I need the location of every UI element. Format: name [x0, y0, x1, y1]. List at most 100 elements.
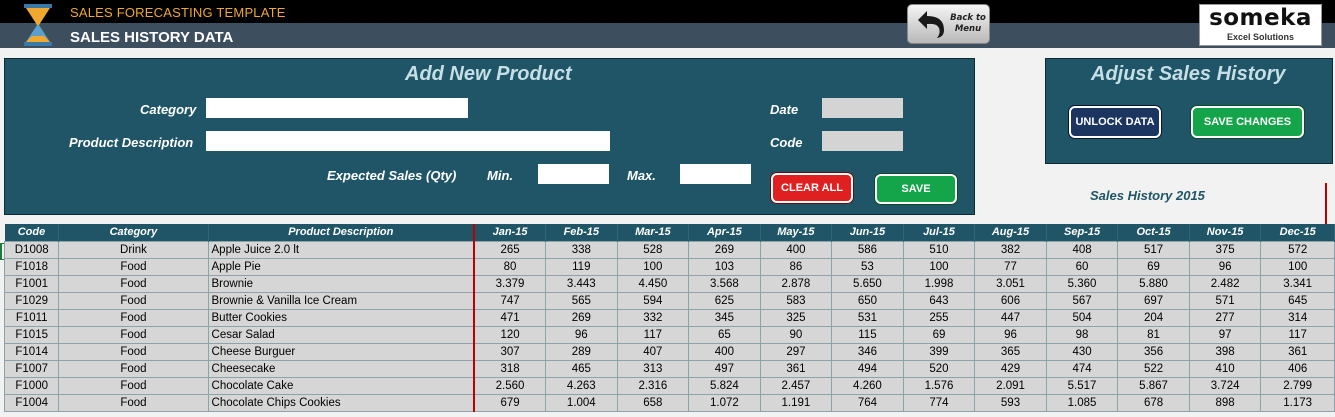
clear-all-button[interactable]: CLEAR ALL: [771, 173, 853, 203]
table-cell[interactable]: Drink: [58, 240, 209, 259]
table-cell[interactable]: Apple Juice 2.0 lt: [207, 240, 476, 259]
table-cell[interactable]: 2.482: [1188, 274, 1262, 293]
table-cell[interactable]: 2.560: [473, 376, 547, 395]
date-input[interactable]: [822, 98, 903, 118]
category-input[interactable]: [206, 98, 468, 118]
table-cell[interactable]: 2.091: [974, 376, 1047, 395]
table-cell[interactable]: Food: [58, 291, 209, 310]
table-cell[interactable]: 1.998: [902, 274, 976, 293]
table-cell[interactable]: 1.085: [1045, 393, 1119, 412]
table-cell[interactable]: 5.824: [688, 376, 761, 395]
min-input[interactable]: [538, 164, 609, 184]
column-header[interactable]: Jan-15: [474, 224, 547, 241]
table-cell[interactable]: 1.072: [688, 393, 761, 412]
table-cell[interactable]: 80: [473, 257, 547, 276]
table-cell[interactable]: 361: [759, 359, 833, 378]
table-cell[interactable]: 1.191: [759, 393, 833, 412]
column-header[interactable]: Sep-15: [1046, 224, 1119, 241]
table-cell[interactable]: 115: [831, 325, 904, 344]
someka-logo[interactable]: someka Excel Solutions: [1199, 4, 1322, 46]
table-cell[interactable]: 606: [974, 291, 1047, 310]
table-cell[interactable]: F1018: [3, 257, 60, 276]
table-cell[interactable]: 400: [688, 342, 761, 361]
table-cell[interactable]: F1014: [3, 342, 60, 361]
table-cell[interactable]: 277: [1188, 308, 1262, 327]
table-cell[interactable]: 572: [1260, 240, 1335, 259]
table-cell[interactable]: 65: [688, 325, 761, 344]
table-cell[interactable]: 398: [1188, 342, 1262, 361]
column-header[interactable]: Dec-15: [1260, 224, 1335, 241]
table-cell[interactable]: 1.004: [545, 393, 618, 412]
table-cell[interactable]: 100: [616, 257, 690, 276]
table-cell[interactable]: Food: [58, 393, 209, 412]
table-cell[interactable]: 346: [831, 342, 904, 361]
table-cell[interactable]: 747: [473, 291, 547, 310]
table-cell[interactable]: 565: [545, 291, 618, 310]
table-cell[interactable]: 4.450: [616, 274, 690, 293]
table-cell[interactable]: 3.724: [1188, 376, 1262, 395]
table-cell[interactable]: 338: [545, 240, 618, 259]
table-cell[interactable]: 255: [902, 308, 976, 327]
table-cell[interactable]: 625: [688, 291, 761, 310]
table-cell[interactable]: 510: [902, 240, 976, 259]
table-cell[interactable]: 103: [688, 257, 761, 276]
table-cell[interactable]: 119: [545, 257, 618, 276]
table-cell[interactable]: Cesar Salad: [207, 325, 476, 344]
table-cell[interactable]: 2.316: [616, 376, 690, 395]
save-changes-button[interactable]: SAVE CHANGES: [1191, 106, 1304, 138]
table-cell[interactable]: 269: [688, 240, 761, 259]
table-cell[interactable]: 5.517: [1045, 376, 1119, 395]
table-cell[interactable]: 594: [616, 291, 690, 310]
table-cell[interactable]: 5.360: [1045, 274, 1119, 293]
table-cell[interactable]: 3.443: [545, 274, 618, 293]
table-row[interactable]: F1004 Food Chocolate Chips Cookies 679 1.004…: [3, 393, 1335, 412]
table-cell[interactable]: 86: [759, 257, 833, 276]
table-cell[interactable]: 528: [616, 240, 690, 259]
table-cell[interactable]: 764: [831, 393, 904, 412]
table-cell[interactable]: 345: [688, 308, 761, 327]
table-cell[interactable]: Cheese Burguer: [207, 342, 476, 361]
max-input[interactable]: [680, 164, 751, 184]
table-cell[interactable]: 571: [1188, 291, 1262, 310]
table-cell[interactable]: 2.878: [759, 274, 833, 293]
column-header[interactable]: Feb-15: [545, 224, 618, 241]
table-cell[interactable]: F1001: [3, 274, 60, 293]
table-cell[interactable]: 471: [473, 308, 547, 327]
table-cell[interactable]: 375: [1188, 240, 1262, 259]
column-header[interactable]: Nov-15: [1189, 224, 1262, 241]
table-cell[interactable]: 307: [473, 342, 547, 361]
table-cell[interactable]: 407: [616, 342, 690, 361]
table-cell[interactable]: 898: [1188, 393, 1262, 412]
column-header[interactable]: Code: [4, 224, 60, 241]
table-cell[interactable]: 399: [902, 342, 976, 361]
table-cell[interactable]: F1004: [3, 393, 60, 412]
table-cell[interactable]: 313: [616, 359, 690, 378]
table-cell[interactable]: 96: [1188, 257, 1262, 276]
table-cell[interactable]: 447: [974, 308, 1047, 327]
table-row[interactable]: D1008 Drink Apple Juice 2.0 lt 265 338 528 269…: [3, 240, 1335, 259]
table-row[interactable]: F1018 Food Apple Pie 80 119 100 103 86 53 100 77 60…: [3, 257, 1335, 276]
table-cell[interactable]: 3.379: [473, 274, 547, 293]
table-cell[interactable]: 2.799: [1260, 376, 1335, 395]
table-cell[interactable]: 645: [1260, 291, 1335, 310]
table-cell[interactable]: 410: [1188, 359, 1262, 378]
table-row[interactable]: F1011 Food Butter Cookies 471 269 332 345 325 53…: [3, 308, 1335, 327]
save-button[interactable]: SAVE: [875, 174, 957, 204]
table-row[interactable]: F1014 Food Cheese Burguer 307 289 407 400 297 34…: [3, 342, 1335, 361]
table-cell[interactable]: 2.457: [759, 376, 833, 395]
table-cell[interactable]: 332: [616, 308, 690, 327]
table-cell[interactable]: 325: [759, 308, 833, 327]
table-cell[interactable]: F1000: [3, 376, 60, 395]
table-cell[interactable]: 69: [902, 325, 976, 344]
table-cell[interactable]: 361: [1260, 342, 1335, 361]
table-cell[interactable]: 365: [974, 342, 1047, 361]
table-cell[interactable]: Chocolate Cake: [207, 376, 476, 395]
table-row[interactable]: F1001 Food Brownie 3.379 3.443 4.450 3.568 2.87…: [3, 274, 1335, 293]
table-cell[interactable]: Food: [58, 359, 209, 378]
table-cell[interactable]: 650: [831, 291, 904, 310]
table-cell[interactable]: 53: [831, 257, 904, 276]
table-row[interactable]: F1000 Food Chocolate Cake 2.560 4.263 2.316 5.…: [3, 376, 1335, 395]
table-cell[interactable]: 120: [473, 325, 547, 344]
table-cell[interactable]: 77: [974, 257, 1047, 276]
table-cell[interactable]: Chocolate Chips Cookies: [207, 393, 476, 412]
